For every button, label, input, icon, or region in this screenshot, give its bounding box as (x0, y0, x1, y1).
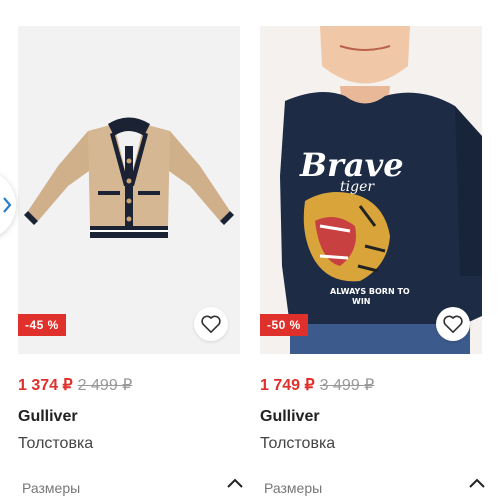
print-slogan-text: ALWAYS BORN TO (330, 287, 410, 296)
cardigan-image (24, 117, 234, 238)
product-type[interactable]: Толстовка (260, 435, 335, 453)
chevron-up-icon[interactable] (226, 476, 244, 490)
heart-icon (443, 315, 463, 333)
product-card[interactable]: Brave tiger ALWAYS BORN TO WIN -50 % 1 7… (260, 26, 485, 496)
chevron-left-icon (3, 197, 12, 213)
price-block: 1 374 ₽2 499 ₽ (18, 375, 132, 395)
product-brand[interactable]: Gulliver (260, 408, 320, 426)
price-old: 3 499 ₽ (319, 377, 375, 394)
chevron-up-icon[interactable] (468, 476, 486, 490)
sizes-label[interactable]: Размеры (264, 480, 322, 496)
discount-badge: -50 % (260, 314, 308, 336)
price-current: 1 749 ₽ (260, 377, 315, 394)
heart-icon (201, 315, 221, 333)
sweatshirt-image: Brave tiger ALWAYS BORN TO WIN (260, 26, 482, 354)
product-brand[interactable]: Gulliver (18, 408, 78, 426)
add-to-favorites-button[interactable] (436, 307, 470, 341)
product-card[interactable]: -45 % 1 374 ₽2 499 ₽ Gulliver Толстовка … (18, 26, 243, 496)
carousel-prev-button[interactable] (0, 170, 16, 240)
product-image[interactable]: -45 % (18, 26, 240, 354)
price-block: 1 749 ₽3 499 ₽ (260, 375, 374, 395)
sizes-label[interactable]: Размеры (22, 480, 80, 496)
price-current: 1 374 ₽ (18, 377, 73, 394)
product-type[interactable]: Толстовка (18, 435, 93, 453)
product-image[interactable]: Brave tiger ALWAYS BORN TO WIN -50 % (260, 26, 482, 354)
add-to-favorites-button[interactable] (194, 307, 228, 341)
discount-badge: -45 % (18, 314, 66, 336)
price-old: 2 499 ₽ (77, 377, 133, 394)
print-slogan-text-2: WIN (352, 297, 371, 306)
